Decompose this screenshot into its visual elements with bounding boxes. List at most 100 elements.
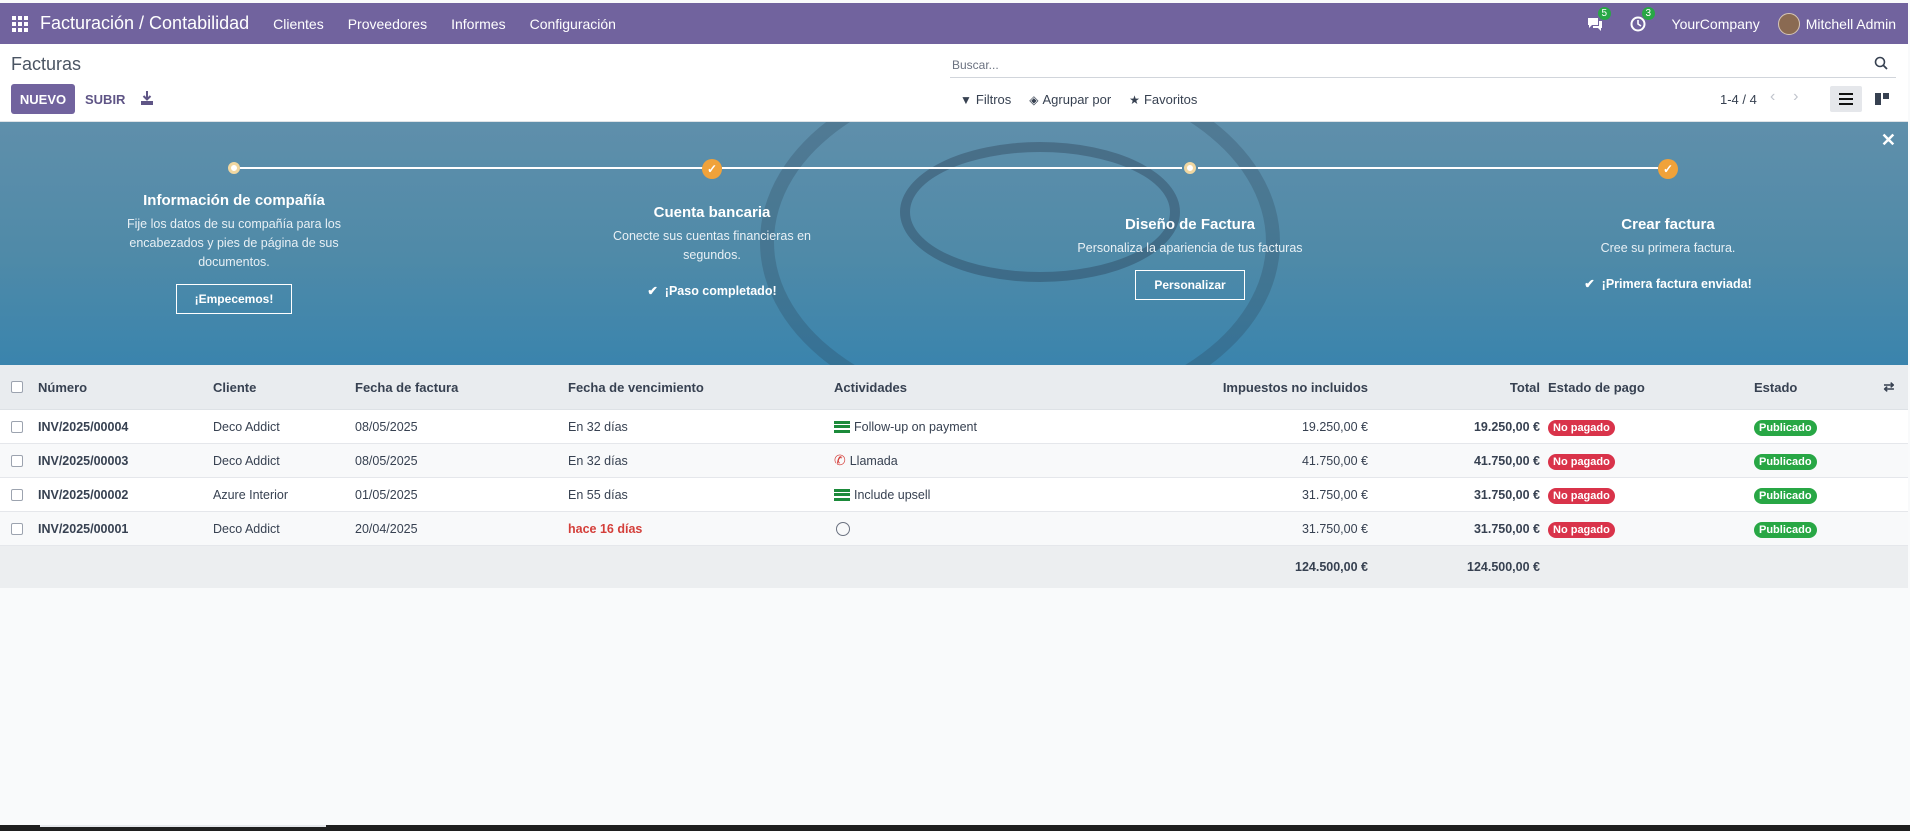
- menu-clientes[interactable]: Clientes: [273, 16, 324, 32]
- checkbox[interactable]: [11, 420, 23, 433]
- table-footer: 124.500,00 € 124.500,00 €: [0, 546, 1908, 588]
- company-switcher[interactable]: YourCompany: [1672, 16, 1760, 32]
- invoice-number: INV/2025/00001: [38, 521, 129, 536]
- search-icon[interactable]: [1874, 56, 1888, 70]
- kanban-view-button[interactable]: [1866, 86, 1898, 112]
- invoice-activity[interactable]: Follow-up on payment: [830, 420, 1094, 434]
- close-icon[interactable]: ✕: [1881, 130, 1896, 151]
- column-tax-excluded[interactable]: Impuestos no incluidos: [1094, 380, 1374, 395]
- table-row[interactable]: INV/2025/00001 Deco Addict 20/04/2025 ha…: [0, 512, 1908, 546]
- list-icon: [834, 420, 850, 433]
- invoice-tax-excluded: 31.750,00 €: [1301, 487, 1368, 502]
- activity-label: Llamada: [849, 453, 898, 468]
- checkbox[interactable]: [11, 381, 23, 393]
- payment-state-cell: No pagado: [1544, 487, 1750, 504]
- new-button[interactable]: NUEVO: [11, 84, 75, 114]
- user-menu[interactable]: Mitchell Admin: [1777, 12, 1896, 35]
- invoice-date: 08/05/2025: [355, 453, 418, 468]
- invoice-due: hace 16 días: [568, 521, 643, 536]
- row-checkbox[interactable]: [0, 522, 34, 535]
- invoice-activity[interactable]: [830, 521, 1094, 536]
- row-checkbox[interactable]: [0, 454, 34, 467]
- menu-informes[interactable]: Informes: [451, 16, 505, 32]
- step-title: Información de compañía: [143, 192, 325, 209]
- checkbox[interactable]: [11, 488, 23, 501]
- status-badge: No pagado: [1548, 453, 1615, 470]
- step-bank: Cuenta bancaria Conecte sus cuentas fina…: [597, 204, 827, 298]
- menu-configuracion[interactable]: Configuración: [530, 16, 616, 32]
- step-title: Cuenta bancaria: [653, 204, 771, 221]
- invoice-activity[interactable]: Include upsell: [830, 488, 1094, 502]
- checkbox[interactable]: [11, 454, 23, 467]
- select-all-checkbox[interactable]: [0, 381, 34, 393]
- avatar: [1777, 12, 1800, 35]
- messages-count-badge: 5: [1597, 6, 1612, 20]
- invoice-due: En 32 días: [568, 453, 628, 468]
- chevron-right-icon[interactable]: ›: [1793, 88, 1798, 105]
- column-invoice-date[interactable]: Fecha de factura: [351, 380, 564, 395]
- column-total[interactable]: Total: [1374, 380, 1544, 395]
- table-row[interactable]: INV/2025/00003 Deco Addict 08/05/2025 En…: [0, 444, 1908, 478]
- apps-menu-icon[interactable]: [0, 3, 40, 44]
- customize-button[interactable]: Personalizar: [1135, 270, 1245, 300]
- step-completed: ✔ ¡Paso completado!: [647, 284, 777, 298]
- step-completed-label: ¡Paso completado!: [664, 284, 777, 298]
- table-row[interactable]: INV/2025/00002 Azure Interior 01/05/2025…: [0, 478, 1908, 512]
- messages-systray[interactable]: 5: [1586, 6, 1612, 32]
- group-by-toggle[interactable]: ◈ Agrupar por: [1029, 92, 1111, 107]
- pager-value[interactable]: 1-4 / 4: [1720, 92, 1757, 107]
- payment-state-cell: No pagado: [1544, 453, 1750, 470]
- column-due-date[interactable]: Fecha de vencimiento: [564, 380, 830, 395]
- taskbar-strip: [0, 825, 1910, 831]
- filter-icon: ▼: [960, 92, 972, 107]
- invoice-date: 01/05/2025: [355, 487, 418, 502]
- list-view-button[interactable]: [1830, 86, 1862, 112]
- checkbox[interactable]: [11, 522, 23, 535]
- table-header: Número Cliente Fecha de factura Fecha de…: [0, 365, 1908, 410]
- state-cell: Publicado: [1750, 521, 1870, 538]
- activities-systray[interactable]: 3: [1630, 6, 1656, 32]
- step-completed: ✔ ¡Primera factura enviada!: [1584, 277, 1752, 291]
- start-button[interactable]: ¡Empecemos!: [175, 284, 293, 314]
- search-input[interactable]: Buscar...: [950, 52, 1896, 78]
- step-invoice-layout: Diseño de Factura Personaliza la aparien…: [1075, 216, 1305, 300]
- clock-icon[interactable]: [836, 521, 850, 536]
- status-badge: Publicado: [1754, 419, 1817, 436]
- optional-columns-icon[interactable]: ⇄: [1870, 379, 1908, 395]
- upload-button[interactable]: SUBIR: [85, 92, 125, 107]
- activity-label: Follow-up on payment: [854, 419, 977, 434]
- column-state[interactable]: Estado: [1750, 380, 1870, 395]
- invoice-number: INV/2025/00003: [38, 453, 129, 468]
- download-icon[interactable]: [140, 90, 154, 106]
- app-title[interactable]: Facturación / Contabilidad: [40, 13, 249, 34]
- page-title: Facturas: [11, 54, 82, 74]
- row-checkbox[interactable]: [0, 420, 34, 433]
- favorites-toggle[interactable]: ★ Favoritos: [1129, 92, 1197, 107]
- status-badge: No pagado: [1548, 487, 1615, 504]
- row-checkbox[interactable]: [0, 488, 34, 501]
- table-row[interactable]: INV/2025/00004 Deco Addict 08/05/2025 En…: [0, 410, 1908, 444]
- invoice-total: 31.750,00 €: [1473, 521, 1540, 536]
- star-icon: ★: [1129, 92, 1140, 107]
- invoice-total: 19.250,00 €: [1473, 419, 1540, 434]
- invoice-client: Deco Addict: [213, 521, 280, 536]
- progress-line: [240, 167, 704, 169]
- step-description: Cree su primera factura.: [1600, 241, 1736, 255]
- state-cell: Publicado: [1750, 487, 1870, 504]
- status-badge: Publicado: [1754, 487, 1817, 504]
- invoice-tax-excluded: 31.750,00 €: [1301, 521, 1368, 536]
- step-dot-pending: [228, 162, 240, 174]
- step-description: Fije los datos de su compañía para los e…: [126, 217, 341, 269]
- column-payment-state[interactable]: Estado de pago: [1544, 380, 1750, 395]
- column-client[interactable]: Cliente: [209, 380, 351, 395]
- column-number[interactable]: Número: [34, 380, 209, 395]
- onboarding-banner: ✕ ✓ ✓ Información de compañía Fije los d…: [0, 122, 1908, 365]
- invoice-activity[interactable]: ✆ Llamada: [830, 452, 1094, 469]
- search-options: ▼ Filtros ◈ Agrupar por ★ Favoritos: [960, 92, 1215, 107]
- filters-toggle[interactable]: ▼ Filtros: [960, 92, 1011, 107]
- step-title: Crear factura: [1621, 216, 1715, 233]
- chevron-left-icon[interactable]: ‹: [1770, 88, 1775, 105]
- menu-proveedores[interactable]: Proveedores: [348, 16, 427, 32]
- column-activities[interactable]: Actividades: [830, 380, 1094, 395]
- layers-icon: ◈: [1029, 92, 1039, 107]
